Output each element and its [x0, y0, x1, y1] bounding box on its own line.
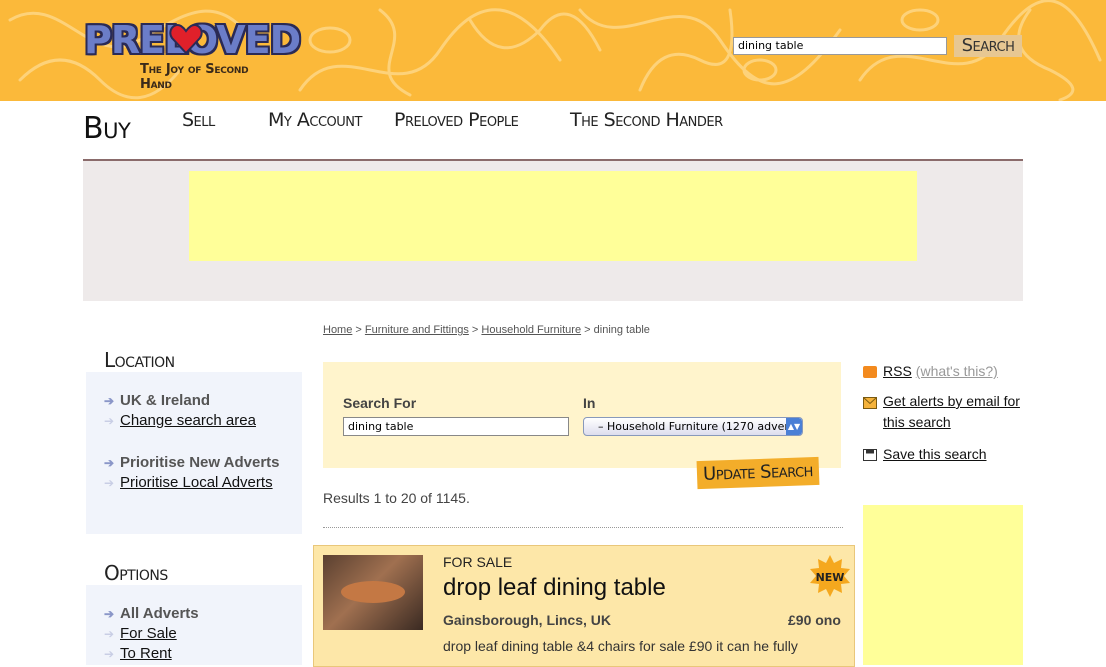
rss-link[interactable]: RSS (what's this?) — [863, 363, 998, 379]
all-adverts: ➔ All Adverts — [104, 605, 199, 622]
header-search-input[interactable]: dining table — [733, 37, 947, 55]
divider — [323, 527, 843, 528]
breadcrumb-furniture[interactable]: Furniture and Fittings — [365, 324, 469, 336]
nav-second-hander[interactable]: The Second Hander — [570, 109, 723, 131]
arrow-icon: ➔ — [104, 393, 115, 408]
nav-preloved-people[interactable]: Preloved People — [394, 109, 519, 131]
rss-icon — [863, 366, 877, 378]
options-panel: Options ➔ All Adverts ➔ For Sale ➔ To Re… — [86, 561, 302, 665]
listing-type: FOR SALE — [443, 554, 513, 570]
search-for-label: Search For — [343, 395, 417, 411]
options-title: Options — [104, 561, 168, 585]
breadcrumb-current: dining table — [593, 324, 650, 336]
nav-my-account[interactable]: My Account — [268, 109, 362, 131]
main-nav: Buy Sell My Account Preloved People The … — [83, 101, 1023, 162]
listing-price: £90 ono — [788, 612, 841, 628]
prioritise-local-link[interactable]: ➔ Prioritise Local Adverts — [104, 474, 273, 491]
breadcrumb: Home > Furniture and Fittings > Househol… — [323, 324, 650, 336]
banner-area — [83, 161, 1023, 301]
heart-icon — [169, 24, 203, 55]
breadcrumb-home[interactable]: Home — [323, 324, 352, 336]
site-header: PRELOVED The Joy of Second Hand dining t… — [0, 0, 1106, 101]
category-select[interactable]: – Household Furniture (1270 adverts) ▲▼ — [583, 417, 803, 436]
banner-ad-placeholder[interactable] — [189, 171, 917, 261]
header-search-button[interactable]: Search — [954, 35, 1022, 57]
for-sale-link[interactable]: ➔ For Sale — [104, 625, 177, 642]
nav-buy[interactable]: Buy — [83, 111, 131, 146]
arrow-icon: ➔ — [104, 455, 115, 470]
save-search-link[interactable]: Save this search — [863, 446, 987, 462]
arrow-icon: ➔ — [104, 646, 115, 661]
listing-thumbnail[interactable] — [323, 555, 423, 630]
arrow-icon: ➔ — [104, 413, 115, 428]
breadcrumb-household[interactable]: Household Furniture — [481, 324, 581, 336]
prioritise-new: ➔ Prioritise New Adverts — [104, 454, 280, 471]
location-panel: Location ➔ UK & Ireland ➔ Change search … — [86, 348, 302, 534]
rss-help-link[interactable]: (what's this?) — [916, 363, 998, 379]
in-label: In — [583, 395, 596, 411]
email-alerts-link[interactable]: Get alerts by email for this search — [863, 393, 1020, 433]
change-area-link[interactable]: ➔ Change search area — [104, 412, 256, 429]
search-form: Search For In dining table – Household F… — [323, 362, 841, 468]
search-for-input[interactable]: dining table — [343, 417, 569, 436]
to-rent-link[interactable]: ➔ To Rent — [104, 645, 172, 662]
arrow-icon: ➔ — [104, 606, 115, 621]
new-badge: NEW — [810, 555, 850, 597]
results-summary: Results 1 to 20 of 1145. — [323, 490, 470, 506]
nav-sell[interactable]: Sell — [182, 109, 215, 131]
sidebar-ad-placeholder[interactable] — [863, 505, 1023, 665]
listing-item[interactable]: FOR SALE drop leaf dining table Gainsbor… — [313, 545, 855, 667]
location-current: ➔ UK & Ireland — [104, 392, 211, 409]
location-title: Location — [104, 348, 175, 372]
arrow-icon: ➔ — [104, 626, 115, 641]
listing-location: Gainsborough, Lincs, UK — [443, 612, 612, 628]
svg-text:NEW: NEW — [816, 571, 845, 584]
save-icon — [863, 449, 877, 461]
select-arrows-icon: ▲▼ — [786, 418, 802, 435]
envelope-icon — [863, 397, 877, 409]
site-logo[interactable]: PRELOVED The Joy of Second Hand — [84, 18, 301, 92]
logo-tagline: The Joy of Second Hand — [140, 62, 249, 92]
arrow-icon: ➔ — [104, 475, 115, 490]
listing-title[interactable]: drop leaf dining table — [443, 574, 666, 602]
update-search-button[interactable]: Update Search — [696, 456, 820, 490]
